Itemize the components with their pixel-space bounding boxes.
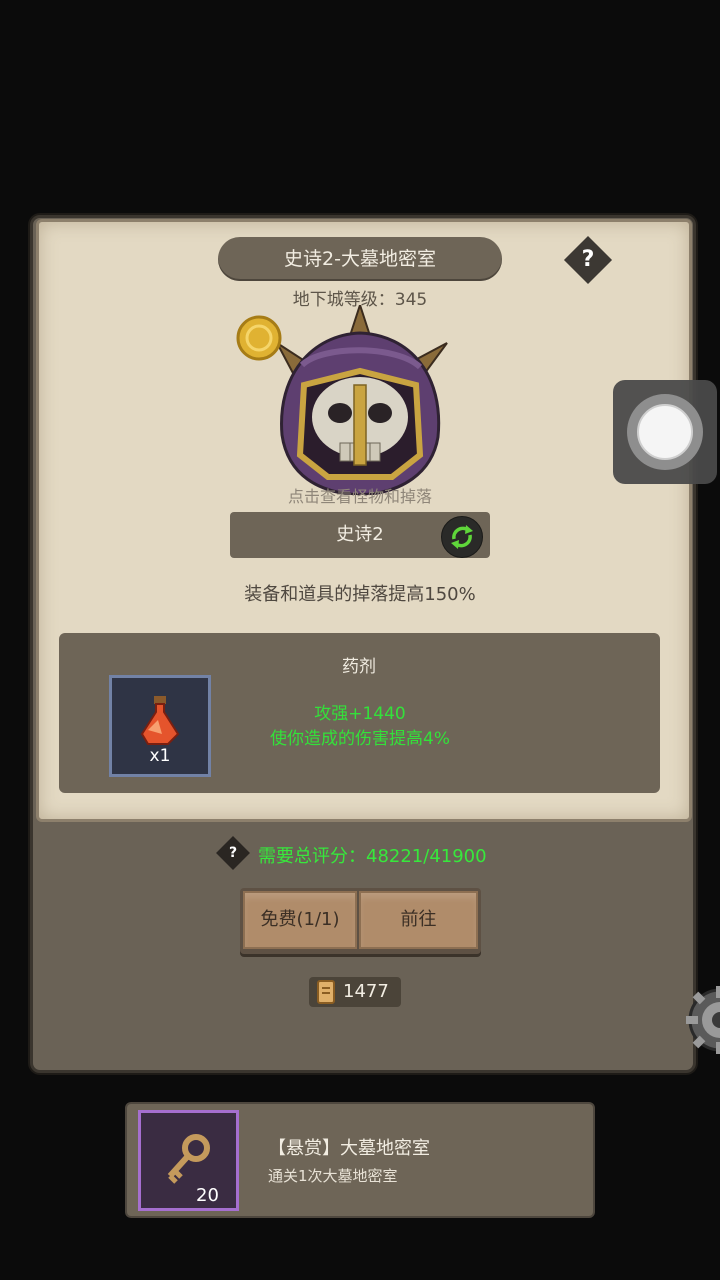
monster-hint[interactable]: 点击查看怪物和掉落 <box>230 483 490 507</box>
reward-effect-damage: 使你造成的伤害提高4% <box>270 729 450 749</box>
quest-reward-count: 20 <box>196 1185 219 1206</box>
reward-effects: 攻强+1440 使你造成的伤害提高4% <box>230 702 490 752</box>
free-enter-button[interactable]: 免费(1/1) <box>243 891 357 949</box>
reward-title: 药剂 <box>342 657 376 677</box>
scroll-icon <box>317 980 335 1004</box>
quest-description: 通关1次大墓地密室 <box>268 1167 398 1185</box>
dungeon-title: 史诗2-大墓地密室 <box>218 237 502 281</box>
boss-portrait[interactable] <box>232 305 482 495</box>
quest-title: 【悬赏】大墓地密室 <box>268 1138 430 1159</box>
drop-bonus-text: 装备和道具的掉落提高150% <box>244 584 476 605</box>
key-icon <box>167 1134 210 1184</box>
question-mark-icon[interactable]: ? <box>221 841 245 865</box>
score-requirement: 需要总评分：48221/41900 <box>258 846 487 867</box>
question-mark-icon[interactable]: ? <box>571 243 605 277</box>
scroll-count: 1477 <box>343 981 389 1002</box>
reward-effect-attack: 攻强+1440 <box>314 704 406 724</box>
go-button[interactable]: 前往 <box>359 891 478 949</box>
refresh-difficulty-icon[interactable] <box>441 516 483 558</box>
gear-icon[interactable] <box>676 980 720 1060</box>
assist-circle-icon[interactable] <box>637 404 693 460</box>
red-potion-icon <box>140 696 180 745</box>
reward-item-count: x1 <box>149 746 171 766</box>
